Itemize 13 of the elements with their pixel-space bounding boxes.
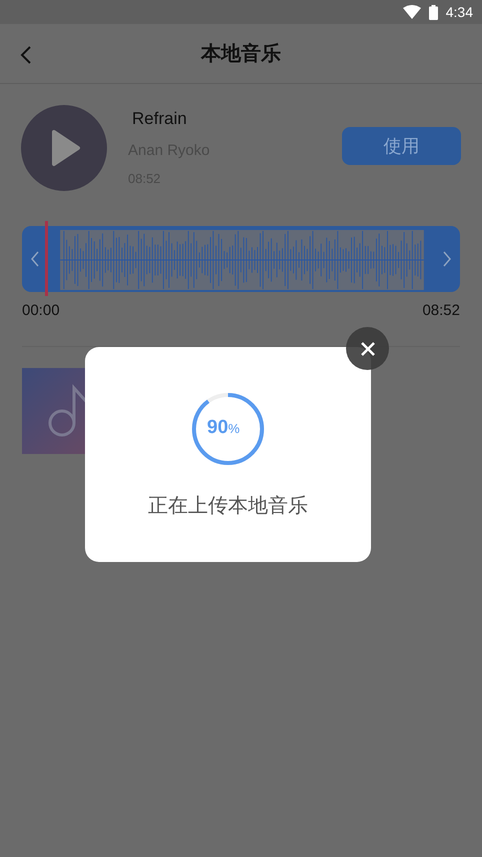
- close-icon: [360, 340, 376, 356]
- wifi-icon: [402, 5, 421, 19]
- progress-percent: 90%: [207, 418, 240, 437]
- battery-icon: [428, 4, 438, 20]
- start-time: 00:00: [22, 301, 60, 321]
- back-icon[interactable]: [20, 46, 32, 64]
- upload-message: 正在上传本地音乐: [148, 494, 308, 519]
- use-button[interactable]: 使用: [342, 127, 461, 165]
- song-title: Refrain: [132, 108, 188, 130]
- page-title: 本地音乐: [201, 42, 281, 66]
- end-time: 08:52: [422, 301, 460, 321]
- status-time: 4:34: [446, 2, 473, 22]
- close-button[interactable]: [346, 327, 389, 370]
